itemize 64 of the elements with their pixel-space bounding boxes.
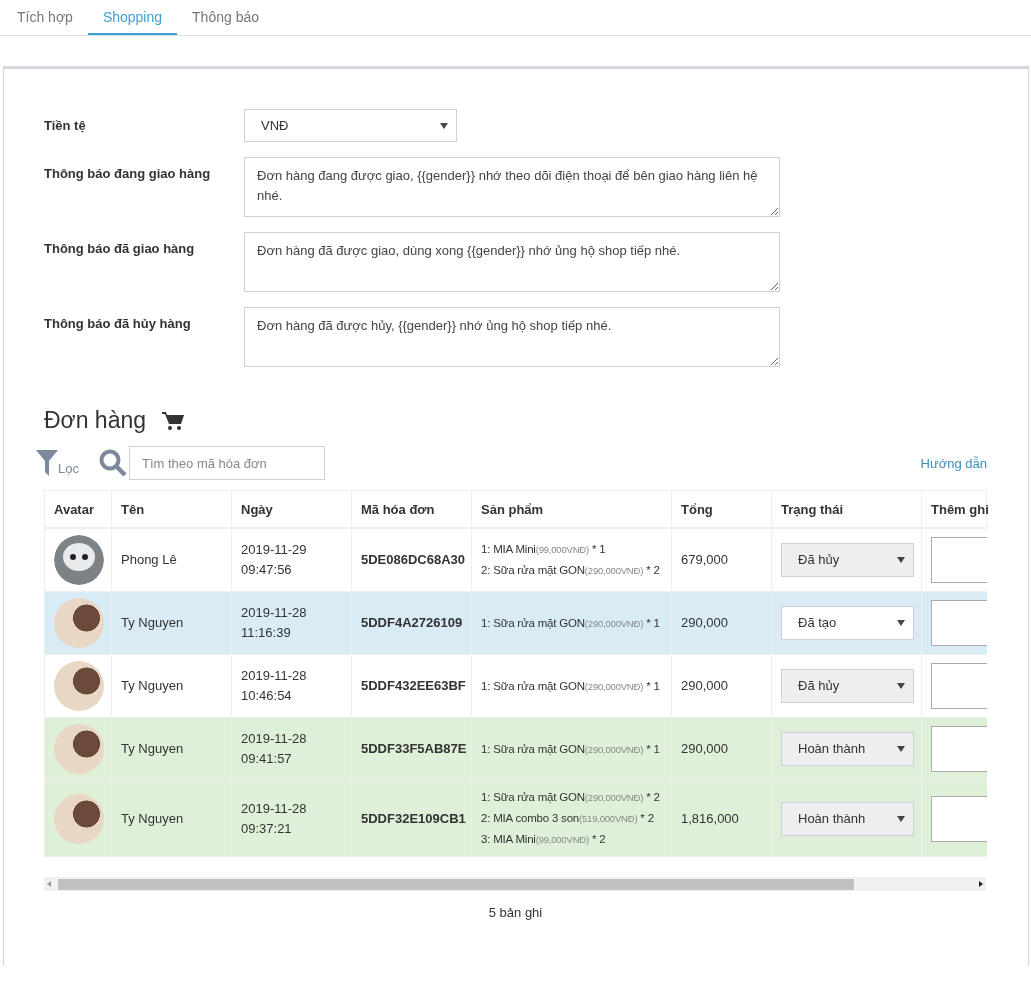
record-count: 5 bản ghi: [488, 905, 543, 920]
avatar-photo: [54, 724, 104, 774]
robot-avatar: [54, 535, 104, 585]
product-line: 1: Sữa rửa mặt GON(290,000VNĐ) * 1: [481, 741, 661, 757]
currency-select[interactable]: VNĐ: [244, 109, 457, 142]
date-cell-text: 2019-11-28 11:16:39: [241, 604, 308, 642]
product-line: 2: Sữa rửa mặt GON(290,000VNĐ) * 2: [481, 563, 661, 578]
product-line: 1: MIA Mini(99,000VNĐ) * 1: [481, 542, 607, 557]
table-cell: Phong Lê: [111, 528, 232, 592]
search-icon: [98, 449, 127, 477]
field-label: Thông báo đã giao hàng: [44, 240, 196, 256]
table-cell: Ty Nguyen: [111, 780, 232, 857]
date-cell-text: 2019-11-28 09:41:57: [241, 730, 308, 768]
caret-icon: [897, 683, 905, 689]
search-field[interactable]: Tìm theo mã hóa đơn: [128, 446, 325, 480]
table-cell: 679,000: [671, 528, 772, 592]
message-textarea[interactable]: Đơn hàng đã được hủy, {{gender}} nhớ ủng hộ shop tiếp nhé.: [244, 307, 780, 367]
avatar-photo: [54, 661, 104, 711]
caret-icon: [440, 122, 448, 129]
product-line: 3: MIA Mini(99,000VNĐ) * 2: [481, 832, 607, 847]
note-field[interactable]: [931, 663, 987, 709]
note-field[interactable]: [931, 795, 987, 842]
table-cell: 5DDF32E109CB1: [351, 780, 472, 857]
product-line: 1: Sữa rửa mặt GON(290,000VNĐ) * 1: [481, 615, 661, 631]
note-field[interactable]: [931, 600, 987, 646]
product-line: 1: Sữa rửa mặt GON(290,000VNĐ) * 2: [481, 790, 661, 805]
table-cell: 5DDF4A2726109: [351, 591, 472, 655]
caret-icon: [897, 815, 905, 822]
horizontal-scrollbar[interactable]: [44, 877, 986, 891]
help-link[interactable]: Hướng dẫn: [920, 455, 987, 471]
date-cell-text: 2019-11-29 09:47:56: [241, 541, 308, 579]
caret-icon: [897, 557, 905, 563]
tab[interactable]: Thông báo: [177, 0, 274, 35]
table-cell: 1,816,000: [671, 780, 772, 857]
caret-icon: [897, 620, 905, 626]
product-line: 1: Sữa rửa mặt GON(290,000VNĐ) * 1: [481, 678, 661, 694]
avatar-photo: [54, 598, 104, 648]
status-select[interactable]: Đã tạo: [781, 606, 914, 640]
table-cell: 5DDF432EE63BF: [351, 654, 472, 718]
field-label: Thông báo đã hủy hàng: [44, 315, 192, 331]
field-label: Thông báo đang giao hàng: [44, 165, 212, 181]
table-cell: 290,000: [671, 717, 772, 781]
table-cell: 5DDF33F5AB87E: [351, 717, 472, 781]
right-arrow-icon[interactable]: [979, 881, 983, 887]
message-textarea[interactable]: Đơn hàng đang được giao, {{gender}} nhớ theo dõi điện thoại để bên giao hàng liên hệ nhé.: [244, 157, 780, 217]
note-field[interactable]: [931, 726, 987, 772]
date-cell-text: 2019-11-28 10:46:54: [241, 667, 308, 705]
field-label: Tiền tệ: [44, 117, 87, 133]
avatar-photo: [54, 793, 104, 844]
section-title: Đơn hàng: [44, 407, 147, 434]
table-cell: Ty Nguyen: [111, 654, 232, 718]
caret-icon: [897, 746, 905, 752]
table-cell: Ty Nguyen: [111, 591, 232, 655]
product-line: 2: MIA combo 3 son(519,000VNĐ) * 2: [481, 811, 655, 826]
cart-icon: [162, 410, 185, 431]
table-cell: 290,000: [671, 591, 772, 655]
tab[interactable]: Tích hợp: [2, 0, 88, 35]
date-cell-text: 2019-11-28 09:37:21: [241, 799, 308, 838]
table-cell: 5DE086DC68A30: [351, 528, 472, 592]
note-field[interactable]: [931, 537, 987, 583]
table-cell: 290,000: [671, 654, 772, 718]
table-cell: Ty Nguyen: [111, 717, 232, 781]
left-arrow-icon[interactable]: [47, 881, 51, 887]
message-textarea[interactable]: Đơn hàng đã được giao, dùng xong {{gender}} nhớ ủng hộ shop tiếp nhé.: [244, 232, 780, 292]
